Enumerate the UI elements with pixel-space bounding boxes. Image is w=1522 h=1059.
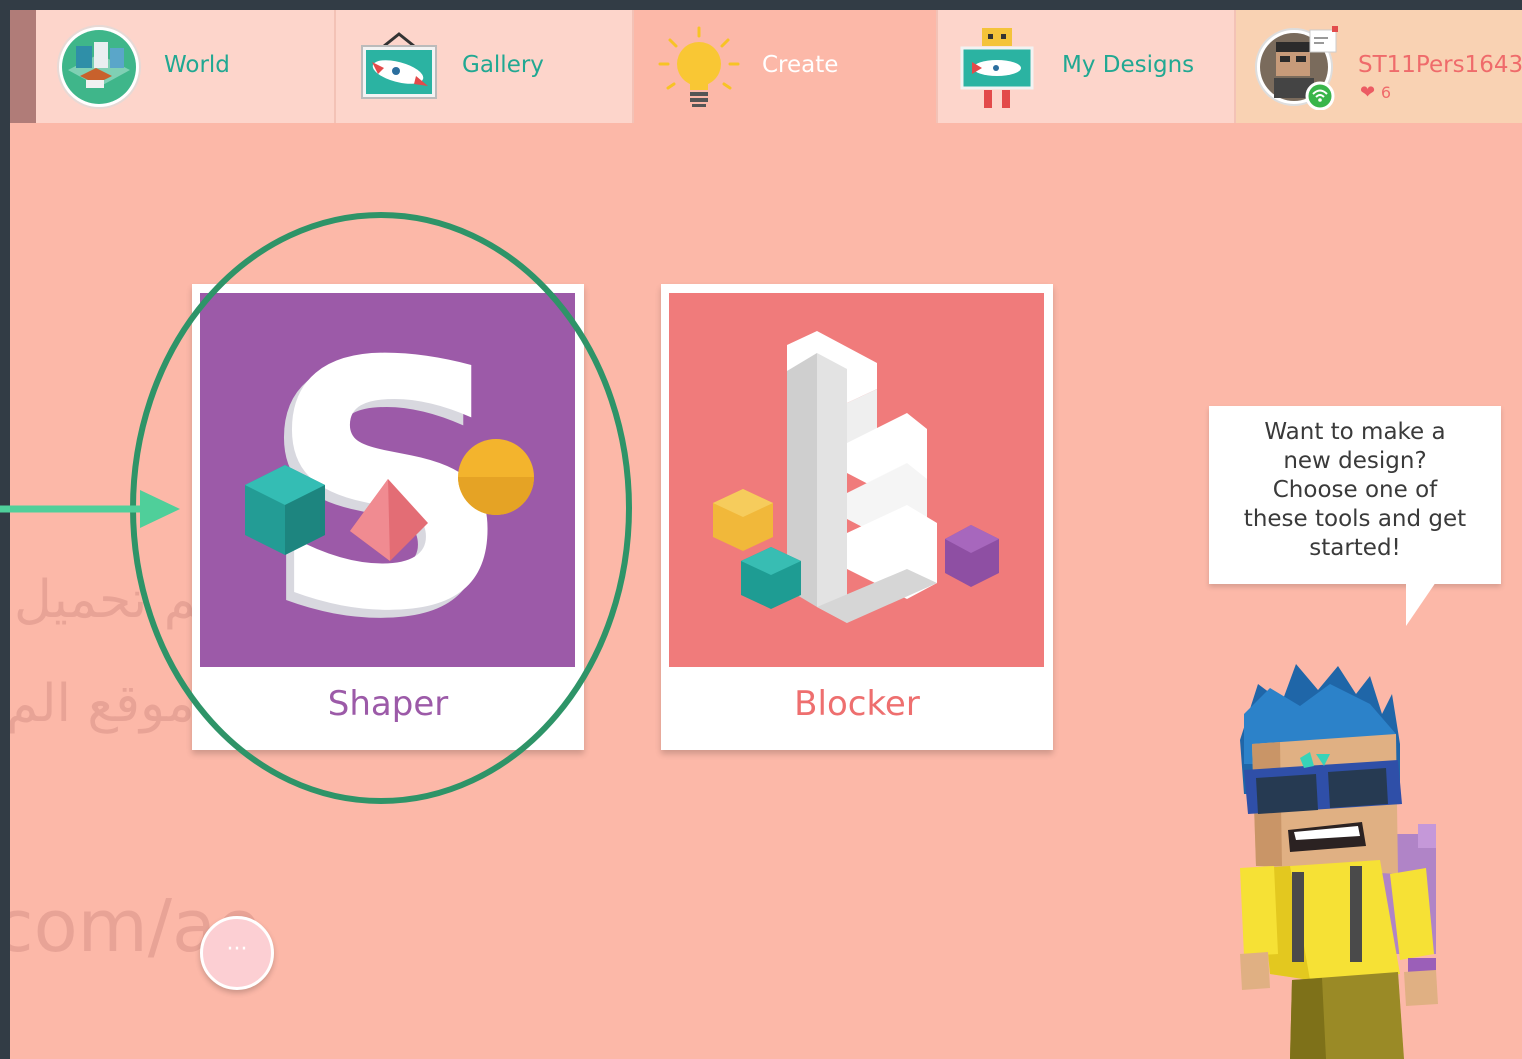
blocker-tool-card[interactable]: Blocker — [661, 284, 1053, 750]
tab-gallery[interactable]: Gallery — [336, 10, 634, 123]
world-island-icon — [57, 25, 141, 109]
tab-world-label: World — [164, 52, 230, 78]
tab-my-designs[interactable]: My Designs — [938, 10, 1236, 123]
app-screen: World Gallery Create My Designs ST11Pers… — [10, 10, 1522, 1059]
tab-gallery-label: Gallery — [462, 52, 544, 78]
more-options-button[interactable]: ··· — [200, 916, 274, 990]
profile-hearts: ❤ 6 — [1360, 82, 1391, 103]
helper-character — [1240, 664, 1438, 1059]
shaper-tool-card[interactable]: S S Shaper — [192, 284, 584, 750]
heart-icon: ❤ — [1360, 82, 1376, 103]
watermark-text-1: تم تحميل — [14, 570, 213, 630]
tab-my-designs-label: My Designs — [1062, 52, 1195, 78]
robot-rocket-icon — [960, 28, 1034, 108]
rocket-picture-icon — [361, 32, 437, 99]
watermark-text-2: موقع الم — [10, 674, 195, 734]
hearts-count: 6 — [1380, 83, 1392, 102]
tab-create-label: Create — [762, 52, 839, 78]
profile-area[interactable]: ST11Pers16432 ❤ 6 — [1236, 10, 1522, 123]
helper-message: Want to make a new design? Choose one of… — [1243, 419, 1467, 561]
tab-create[interactable]: Create — [634, 10, 938, 123]
profile-username: ST11Pers16432 — [1358, 52, 1522, 78]
speech-bubble-tail — [1406, 582, 1436, 626]
shaper-illustration: S S — [200, 293, 575, 667]
shaper-label: Shaper — [327, 684, 449, 724]
blocker-illustration — [669, 293, 1044, 667]
tab-world[interactable]: World — [36, 10, 336, 123]
blocker-label: Blocker — [794, 684, 920, 724]
more-dots-icon: ··· — [226, 937, 248, 962]
nav-left-strip — [10, 10, 36, 123]
top-nav-bar: World Gallery Create My Designs ST11Pers… — [10, 10, 1522, 123]
lightbulb-icon — [658, 26, 740, 107]
helper-speech-bubble: Want to make a new design? Choose one of… — [1209, 406, 1501, 584]
